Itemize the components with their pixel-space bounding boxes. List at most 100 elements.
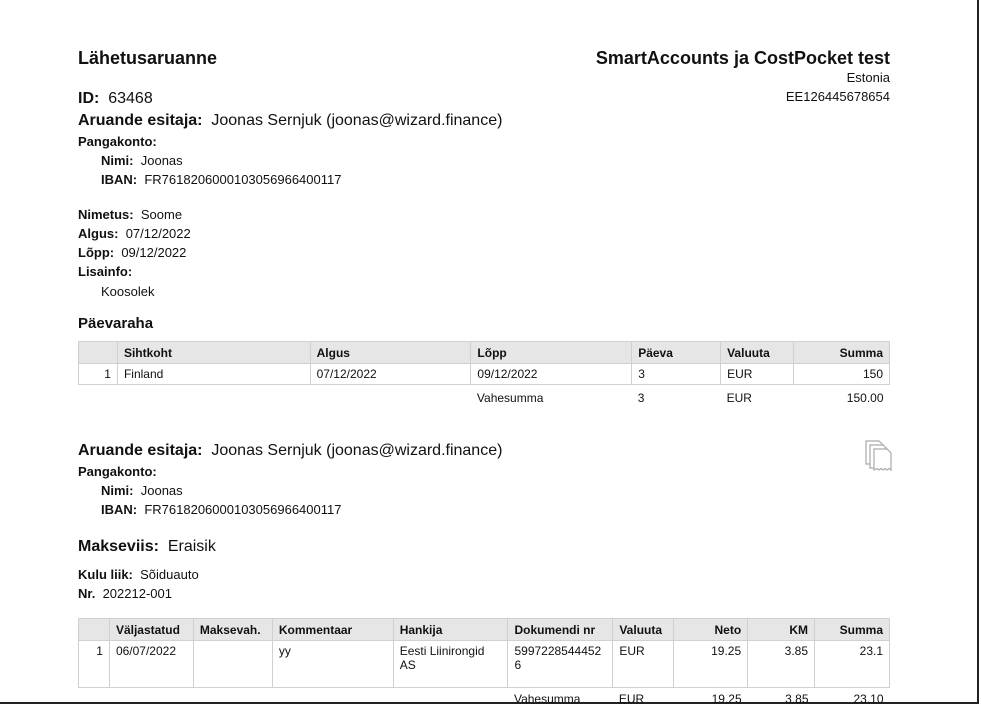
cell-destination: Finland <box>117 364 310 385</box>
cell-net: 19.25 <box>674 641 748 688</box>
iban-value: FR7618206000103056966400117 <box>144 172 341 187</box>
makseviis-label: Makseviis: <box>78 538 159 555</box>
name-value: Joonas <box>141 483 183 498</box>
additional-info-value: Koosolek <box>101 284 154 299</box>
cell-currency: EUR <box>721 364 794 385</box>
col-currency: Valuuta <box>613 619 674 641</box>
submitter-label: Aruande esitaja: <box>78 442 202 459</box>
col-start: Algus <box>310 342 471 364</box>
lopp-value: 09/12/2022 <box>121 245 186 260</box>
cell-start: 07/12/2022 <box>310 364 471 385</box>
section2-account-name: Nimi: Joonas <box>101 483 183 498</box>
col-index <box>79 619 110 641</box>
id-label: ID: <box>78 90 99 107</box>
expenses-header-row: Väljastatud Maksevah. Kommentaar Hankija… <box>79 619 890 641</box>
additional-info-label: Lisainfo: <box>78 264 132 279</box>
report-submitter: Aruande esitaja: Joonas Sernjuk (joonas@… <box>78 112 502 130</box>
makseviis-value: Eraisik <box>168 538 216 555</box>
expense-type: Kulu liik: Sõiduauto <box>78 567 199 582</box>
algus-value: 07/12/2022 <box>126 226 191 241</box>
col-comment: Kommentaar <box>272 619 393 641</box>
company-country: Estonia <box>847 70 890 85</box>
id-value: 63468 <box>108 90 153 107</box>
cell-sum: 23.1 <box>815 641 890 688</box>
iban-value: FR7618206000103056966400117 <box>144 502 341 517</box>
col-supplier: Hankija <box>393 619 508 641</box>
kululiik-label: Kulu liik: <box>78 567 133 582</box>
company-reg-code: EE126445678654 <box>786 89 890 104</box>
submitter-label: Aruande esitaja: <box>78 112 202 129</box>
iban-label: IBAN: <box>101 502 137 517</box>
col-document-nr: Dokumendi nr <box>508 619 613 641</box>
col-days: Päeva <box>632 342 721 364</box>
subtotal-days: 3 <box>632 385 721 409</box>
subtotal-row: Vahesumma EUR 19.25 3.85 23.10 <box>79 688 890 709</box>
col-sum: Summa <box>815 619 890 641</box>
per-diem-header-row: Sihtkoht Algus Lõpp Päeva Valuuta Summa <box>79 342 890 364</box>
bank-account-label: Pangakonto: <box>78 134 157 149</box>
trip-end: Lõpp: 09/12/2022 <box>78 245 186 260</box>
cell-payment <box>193 641 272 688</box>
expense-number: Nr. 202212-001 <box>78 586 172 601</box>
name-label: Nimi: <box>101 153 134 168</box>
per-diem-table: Sihtkoht Algus Lõpp Päeva Valuuta Summa … <box>78 341 890 408</box>
nr-label: Nr. <box>78 586 95 601</box>
submitter-value: Joonas Sernjuk (joonas@wizard.finance) <box>211 442 502 459</box>
subtotal-label: Vahesumma <box>508 688 613 709</box>
subtotal-currency: EUR <box>613 688 674 709</box>
cell-issued: 06/07/2022 <box>109 641 193 688</box>
cell-vat: 3.85 <box>748 641 815 688</box>
cell-comment: yy <box>272 641 393 688</box>
col-end: Lõpp <box>471 342 632 364</box>
payment-method: Makseviis: Eraisik <box>78 538 216 556</box>
cell-sum: 150 <box>794 364 890 385</box>
col-sum: Summa <box>794 342 890 364</box>
nimetus-value: Soome <box>141 207 182 222</box>
page-border-right <box>977 0 979 704</box>
name-label: Nimi: <box>101 483 134 498</box>
col-vat: KM <box>748 619 815 641</box>
cell-index: 1 <box>79 364 118 385</box>
cell-supplier: Eesti Liinirongid AS <box>393 641 508 688</box>
submitter-value: Joonas Sernjuk (joonas@wizard.finance) <box>211 112 502 129</box>
section2-submitter: Aruande esitaja: Joonas Sernjuk (joonas@… <box>78 442 502 460</box>
col-destination: Sihtkoht <box>117 342 310 364</box>
section2-bank-label: Pangakonto: <box>78 464 157 479</box>
subtotal-net: 19.25 <box>674 688 748 709</box>
lopp-label: Lõpp: <box>78 245 114 260</box>
table-row: 1 06/07/2022 yy Eesti Liinirongid AS 599… <box>79 641 890 688</box>
iban-label: IBAN: <box>101 172 137 187</box>
cell-end: 09/12/2022 <box>471 364 632 385</box>
account-name: Nimi: Joonas <box>101 153 183 168</box>
report-title: Lähetusaruanne <box>78 48 217 69</box>
per-diem-heading: Päevaraha <box>78 315 153 332</box>
expenses-table: Väljastatud Maksevah. Kommentaar Hankija… <box>78 618 890 709</box>
subtotal-currency: EUR <box>721 385 794 409</box>
documents-icon[interactable] <box>863 438 893 474</box>
trip-name: Nimetus: Soome <box>78 207 182 222</box>
table-row: 1 Finland 07/12/2022 09/12/2022 3 EUR 15… <box>79 364 890 385</box>
name-value: Joonas <box>141 153 183 168</box>
section2-account-iban: IBAN: FR7618206000103056966400117 <box>101 502 341 517</box>
subtotal-vat: 3.85 <box>748 688 815 709</box>
col-payment: Maksevah. <box>193 619 272 641</box>
algus-label: Algus: <box>78 226 118 241</box>
nimetus-label: Nimetus: <box>78 207 134 222</box>
col-issued: Väljastatud <box>109 619 193 641</box>
trip-start: Algus: 07/12/2022 <box>78 226 191 241</box>
subtotal-sum: 150.00 <box>794 385 890 409</box>
cell-document-nr: 59972285444526 <box>508 641 613 688</box>
company-name: SmartAccounts ja CostPocket test <box>596 48 890 69</box>
account-iban: IBAN: FR7618206000103056966400117 <box>101 172 341 187</box>
col-currency: Valuuta <box>721 342 794 364</box>
subtotal-sum: 23.10 <box>815 688 890 709</box>
subtotal-row: Vahesumma 3 EUR 150.00 <box>79 385 890 409</box>
col-net: Neto <box>674 619 748 641</box>
report-id: ID: 63468 <box>78 90 153 108</box>
cell-index: 1 <box>79 641 110 688</box>
kululiik-value: Sõiduauto <box>140 567 199 582</box>
subtotal-label: Vahesumma <box>471 385 632 409</box>
col-index <box>79 342 118 364</box>
cell-currency: EUR <box>613 641 674 688</box>
nr-value: 202212-001 <box>103 586 172 601</box>
